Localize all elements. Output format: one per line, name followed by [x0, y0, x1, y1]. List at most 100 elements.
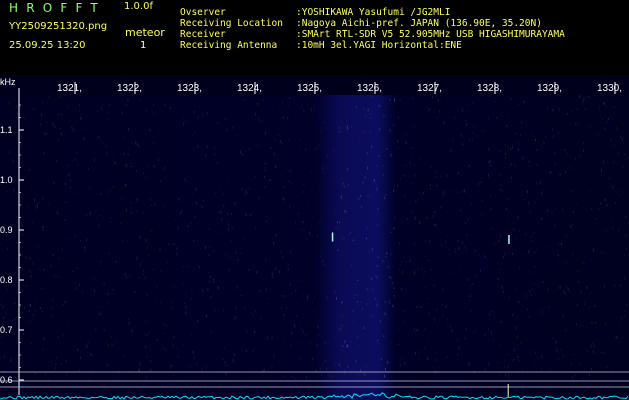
noise-speck — [419, 158, 421, 160]
noise-speck — [271, 107, 273, 110]
noise-speck — [606, 365, 608, 369]
noise-speck — [358, 374, 360, 377]
noise-speck — [457, 353, 459, 356]
noise-speck — [595, 327, 597, 329]
noise-speck — [73, 123, 75, 127]
noise-speck — [489, 160, 491, 163]
noise-speck — [447, 326, 449, 328]
noise-speck — [37, 205, 38, 209]
noise-speck — [457, 191, 458, 193]
noise-speck — [547, 288, 549, 291]
noise-speck — [505, 374, 507, 377]
noise-speck — [124, 273, 126, 275]
noise-speck — [600, 202, 602, 205]
noise-speck — [440, 205, 442, 209]
noise-speck — [571, 375, 573, 379]
noise-speck — [527, 190, 528, 193]
noise-speck — [191, 134, 193, 137]
noise-speck — [414, 174, 416, 177]
noise-speck — [108, 252, 110, 255]
noise-speck — [245, 189, 247, 193]
noise-speck — [563, 289, 565, 293]
noise-speck — [442, 195, 444, 198]
noise-speck — [521, 121, 523, 124]
noise-speck — [624, 277, 626, 280]
noise-speck — [34, 107, 36, 110]
noise-speck — [423, 191, 425, 194]
noise-speck — [208, 254, 210, 257]
noise-speck — [443, 121, 445, 124]
noise-speck — [499, 174, 501, 176]
noise-speck — [447, 235, 449, 236]
noise-speck — [338, 328, 340, 331]
noise-speck — [607, 118, 609, 121]
noise-speck — [371, 95, 373, 98]
noise-speck — [23, 176, 25, 179]
noise-speck — [99, 137, 101, 139]
noise-speck — [287, 264, 289, 267]
noise-speck — [144, 276, 146, 279]
noise-speck — [145, 239, 147, 242]
noise-speck — [58, 257, 60, 260]
noise-speck — [265, 258, 267, 262]
noise-speck — [69, 119, 71, 121]
noise-speck — [446, 174, 448, 177]
noise-speck — [254, 346, 256, 350]
noise-speck — [127, 301, 129, 303]
noise-speck — [586, 286, 588, 289]
noise-speck — [345, 212, 347, 214]
noise-speck — [196, 201, 197, 205]
filename-label: YY2509251320.png — [9, 21, 108, 32]
noise-speck — [515, 326, 517, 330]
noise-speck — [400, 261, 402, 263]
noise-speck — [294, 377, 296, 380]
noise-speck — [362, 181, 364, 184]
noise-speck — [444, 358, 446, 360]
noise-speck — [411, 211, 413, 213]
noise-speck — [311, 111, 313, 113]
noise-speck — [393, 287, 395, 290]
noise-speck — [437, 117, 438, 119]
noise-speck — [100, 261, 102, 263]
noise-speck — [123, 137, 125, 139]
noise-speck — [131, 142, 133, 144]
noise-speck — [280, 173, 282, 176]
noise-speck — [578, 281, 580, 284]
noise-speck — [312, 357, 314, 361]
noise-speck — [205, 154, 207, 157]
noise-speck — [580, 362, 582, 365]
noise-speck — [74, 234, 76, 238]
noise-speck — [112, 288, 114, 291]
noise-speck — [497, 278, 499, 281]
noise-speck — [281, 307, 282, 309]
noise-speck — [236, 133, 238, 136]
noise-speck — [481, 214, 483, 218]
noise-speck — [606, 204, 608, 207]
meteor-count: 1 — [140, 40, 147, 51]
noise-speck — [393, 227, 395, 230]
noise-speck — [196, 363, 197, 367]
noise-speck — [531, 196, 533, 198]
noise-speck — [273, 242, 274, 245]
noise-speck — [71, 129, 73, 132]
noise-speck — [112, 185, 114, 189]
noise-speck — [336, 297, 337, 300]
noise-speck — [356, 300, 358, 303]
noise-speck — [16, 257, 18, 260]
noise-speck — [518, 301, 520, 303]
noise-speck — [142, 273, 144, 276]
noise-speck — [15, 125, 17, 128]
noise-speck — [78, 369, 80, 372]
noise-speck — [414, 273, 416, 275]
noise-speck — [334, 226, 336, 229]
noise-speck — [349, 232, 351, 234]
noise-speck — [278, 270, 280, 273]
noise-speck — [589, 259, 591, 262]
noise-speck — [397, 116, 399, 119]
noise-speck — [298, 342, 300, 344]
noise-speck — [541, 217, 542, 221]
noise-speck — [53, 182, 55, 184]
noise-speck — [363, 373, 365, 377]
noise-speck — [472, 102, 474, 105]
noise-speck — [61, 247, 63, 251]
